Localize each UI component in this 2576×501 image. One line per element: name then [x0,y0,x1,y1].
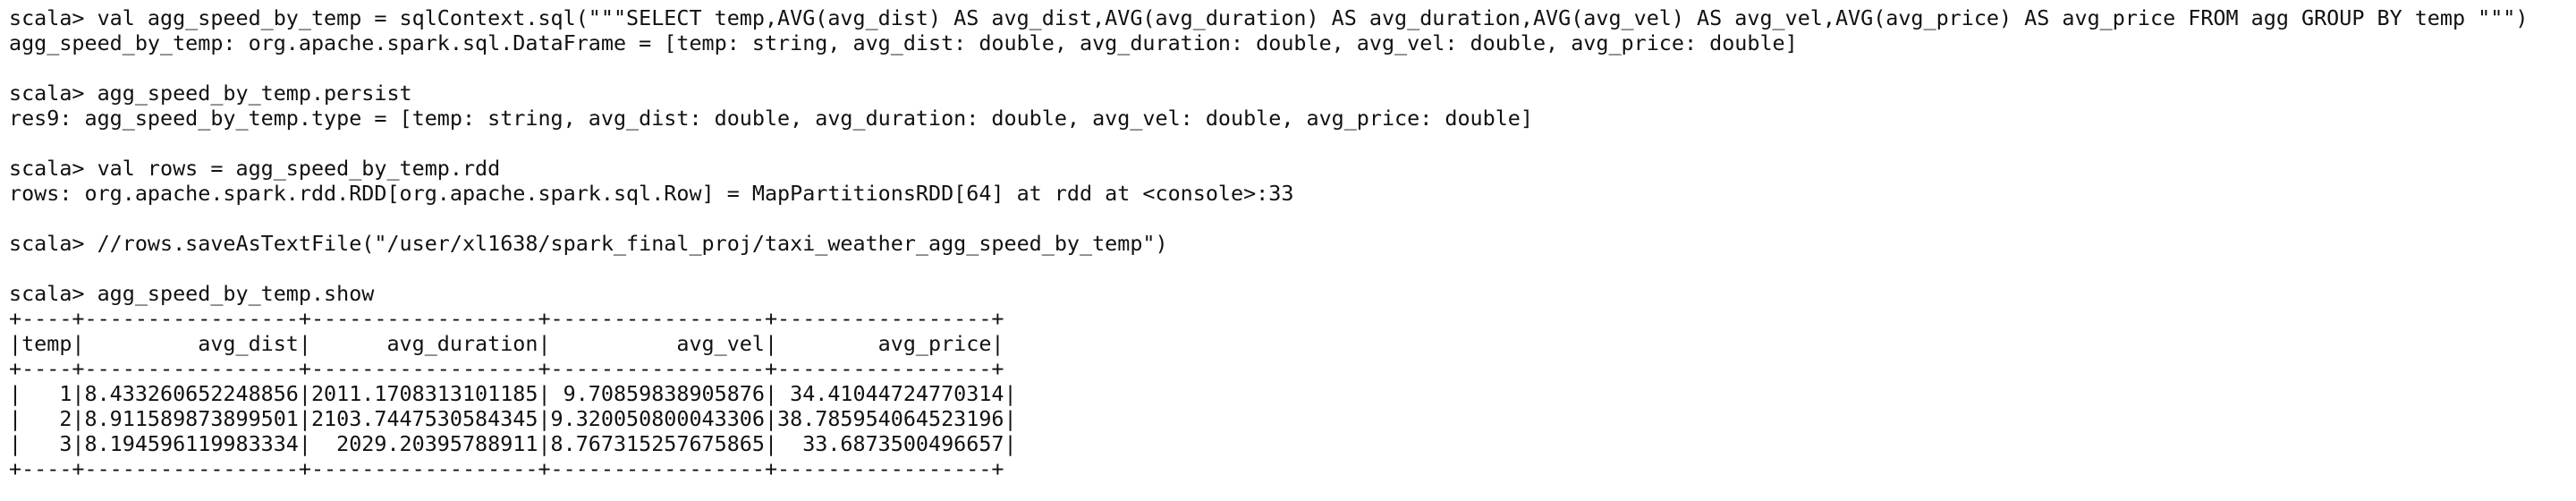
table-header-row: |temp| avg_dist| avg_duration| avg_vel| … [9,331,1004,356]
command-line-show: scala> agg_speed_by_temp.show [9,281,375,306]
table-border-top: +----+-----------------+----------------… [9,306,1004,331]
table-row: | 1|8.433260652248856|2011.1708313101185… [9,381,1017,406]
command-line-rdd: scala> val rows = agg_speed_by_temp.rdd [9,156,501,181]
table-row: | 2|8.911589873899501|2103.7447530584345… [9,406,1017,431]
command-line-save-comment: scala> //rows.saveAsTextFile("/user/xl16… [9,231,1168,256]
output-line-persist: res9: agg_speed_by_temp.type = [temp: st… [9,106,1533,131]
output-line-rdd: rows: org.apache.spark.rdd.RDD[org.apach… [9,181,1294,206]
command-line-persist: scala> agg_speed_by_temp.persist [9,81,412,106]
terminal-window[interactable]: scala> val agg_speed_by_temp = sqlContex… [0,0,2576,501]
table-border-header: +----+-----------------+----------------… [9,356,1004,381]
table-border-bottom: +----+-----------------+----------------… [9,456,1004,481]
table-row: | 3|8.194596119983334| 2029.20395788911|… [9,431,1017,456]
output-line-dataframe: agg_speed_by_temp: org.apache.spark.sql.… [9,30,1798,55]
command-line-sql: scala> val agg_speed_by_temp = sqlContex… [9,5,2529,30]
